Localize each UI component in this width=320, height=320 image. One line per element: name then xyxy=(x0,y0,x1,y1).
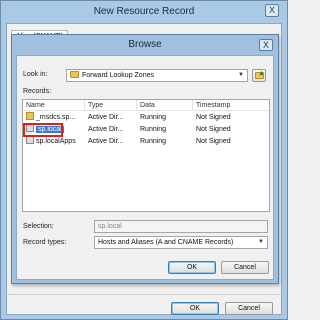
record-types-label: Record types: xyxy=(23,239,67,246)
record-timestamp-cell: Not Signed xyxy=(196,138,231,145)
column-header-data[interactable]: Data xyxy=(137,100,193,111)
window-close-button[interactable]: X xyxy=(265,4,279,17)
chevron-down-icon[interactable]: ▼ xyxy=(237,70,245,81)
column-header-name[interactable]: Name xyxy=(23,100,85,111)
record-data-cell: Running xyxy=(140,114,167,121)
record-name-cell: sp.localApps xyxy=(23,136,85,147)
records-list[interactable]: Name Type Data Timestamp _msdcs.sp... Ac… xyxy=(22,99,270,212)
folder-icon xyxy=(26,112,34,120)
look-in-combo[interactable]: Forward Lookup Zones ▼ xyxy=(66,69,248,82)
ok-button[interactable]: OK xyxy=(171,302,219,315)
records-label: Records: xyxy=(23,88,52,95)
browse-dialog: Browse X Look in: Forward Lookup Zones ▼… xyxy=(11,34,279,284)
up-one-level-button[interactable]: ▲ xyxy=(252,69,266,82)
record-type-cell: Active Dir... xyxy=(88,114,124,121)
browse-cancel-button[interactable]: Cancel xyxy=(221,261,269,274)
column-header-type[interactable]: Type xyxy=(85,100,137,111)
record-name-cell: _msdcs.sp... xyxy=(23,112,85,123)
table-row[interactable]: sp.localApps Active Dir... Running Not S… xyxy=(23,136,269,147)
annotation-highlight-box xyxy=(23,123,63,137)
record-type-cell: Active Dir... xyxy=(88,126,124,133)
zone-icon xyxy=(26,136,34,144)
record-timestamp-cell: Not Signed xyxy=(196,126,231,133)
browse-close-button[interactable]: X xyxy=(259,39,273,51)
selection-label: Selection: xyxy=(23,223,54,230)
record-types-combo[interactable]: Hosts and Aliases (A and CNAME Records) … xyxy=(94,236,268,249)
records-list-header: Name Type Data Timestamp xyxy=(23,100,269,111)
record-data-cell: Running xyxy=(140,138,167,145)
browse-title: Browse xyxy=(128,39,162,50)
arrow-up-icon: ▲ xyxy=(258,70,265,77)
look-in-label: Look in: xyxy=(23,71,48,78)
record-types-value: Hosts and Aliases (A and CNAME Records) xyxy=(98,239,234,246)
selection-field[interactable]: sp.local xyxy=(94,220,268,233)
cancel-button[interactable]: Cancel xyxy=(225,302,273,315)
chevron-down-icon[interactable]: ▼ xyxy=(257,237,265,248)
record-timestamp-cell: Not Signed xyxy=(196,114,231,121)
record-data-cell: Running xyxy=(140,126,167,133)
browse-body: Look in: Forward Lookup Zones ▼ ▲ Record… xyxy=(16,55,274,280)
record-type-cell: Active Dir... xyxy=(88,138,124,145)
folder-icon xyxy=(70,71,79,78)
footer-divider xyxy=(7,294,281,295)
column-header-timestamp[interactable]: Timestamp xyxy=(193,100,269,111)
window-title: New Resource Record xyxy=(93,6,195,17)
look-in-value: Forward Lookup Zones xyxy=(82,72,154,79)
table-row[interactable]: _msdcs.sp... Active Dir... Running Not S… xyxy=(23,112,269,123)
browse-ok-button[interactable]: OK xyxy=(168,261,216,274)
